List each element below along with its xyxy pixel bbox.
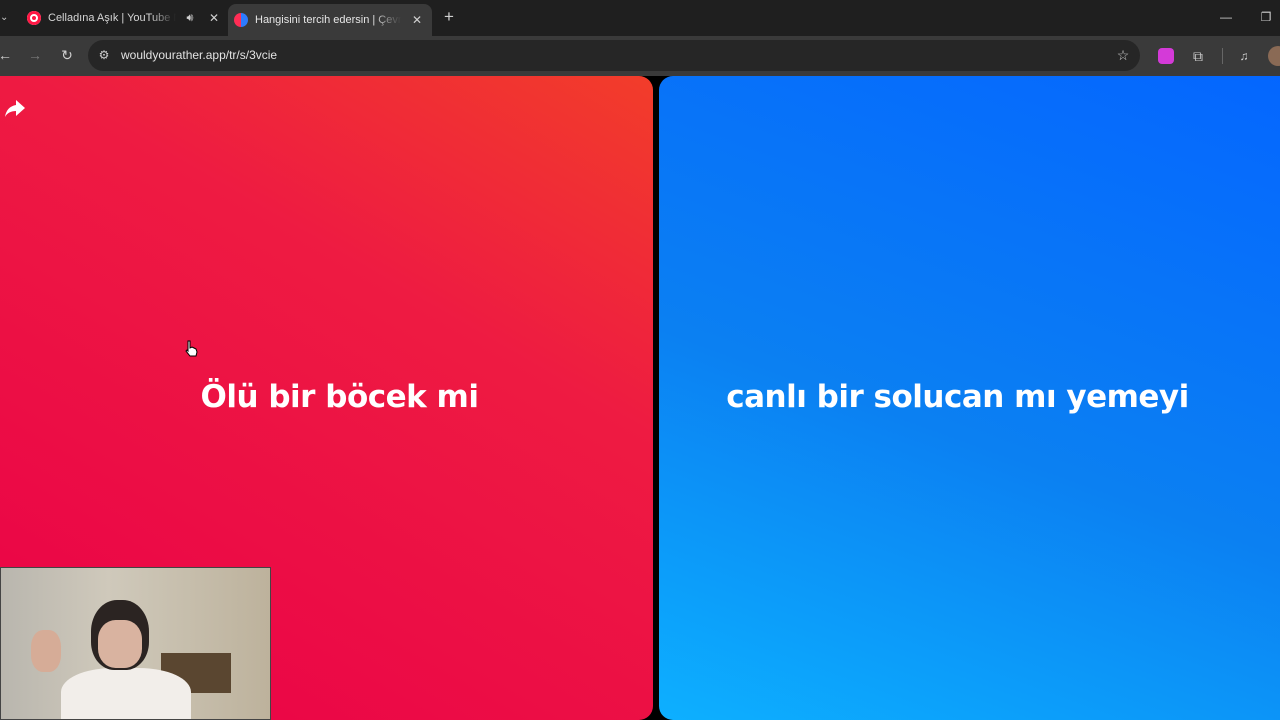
wouldyourather-favicon-icon: [234, 13, 248, 27]
back-arrow-icon[interactable]: ←: [0, 46, 14, 64]
new-tab-icon[interactable]: +: [440, 8, 458, 26]
share-icon[interactable]: [4, 98, 26, 118]
tab-youtube-music[interactable]: Celladına Aşık | YouTube M 🔊︎ ✕: [24, 6, 224, 30]
youtube-music-favicon-icon: [27, 11, 41, 25]
url-text[interactable]: wouldyourather.app/tr/s/3vcie: [121, 48, 277, 62]
close-tab-icon[interactable]: ✕: [409, 13, 425, 27]
tab-search-icon[interactable]: ⌄: [0, 10, 10, 26]
forward-arrow-icon[interactable]: →: [26, 46, 44, 64]
extension-purple-icon[interactable]: [1158, 48, 1174, 64]
tab-title: Celladına Aşık | YouTube M: [48, 12, 176, 24]
restore-window-icon[interactable]: ❐: [1258, 10, 1274, 24]
option-right-panel[interactable]: canlı bir solucan mı yemeyi: [659, 76, 1280, 720]
webcam-overlay: [0, 567, 271, 720]
webcam-person-hand: [31, 630, 61, 672]
toolbar-divider: [1222, 48, 1223, 64]
webcam-person-body: [61, 668, 191, 719]
tab-wouldyourather[interactable]: Hangisini tercih edersin | Çevrim ✕: [228, 4, 432, 36]
tab-strip: ⌄ Celladına Aşık | YouTube M 🔊︎ ✕ Hangis…: [0, 0, 1280, 36]
bookmark-star-icon[interactable]: ☆: [1114, 46, 1132, 64]
webcam-person-face: [98, 620, 142, 668]
option-right-text: canlı bir solucan mı yemeyi: [726, 379, 1189, 415]
tab-title: Hangisini tercih edersin | Çevrim: [255, 14, 401, 26]
hand-cursor-icon: [185, 340, 198, 357]
address-bar[interactable]: ⚙ wouldyourather.app/tr/s/3vcie ☆: [88, 40, 1140, 71]
site-info-icon[interactable]: ⚙: [96, 47, 112, 63]
extensions-puzzle-icon[interactable]: ⧉: [1190, 48, 1206, 64]
reload-icon[interactable]: ↻: [58, 46, 76, 64]
option-left-text: Ölü bir böcek mi: [200, 379, 479, 415]
speaker-icon[interactable]: 🔊︎: [182, 12, 198, 25]
close-tab-icon[interactable]: ✕: [206, 11, 222, 25]
minimize-icon[interactable]: —: [1218, 10, 1234, 24]
media-control-icon[interactable]: ♫: [1236, 48, 1252, 64]
browser-toolbar: ← → ↻ ⚙ wouldyourather.app/tr/s/3vcie ☆ …: [0, 36, 1280, 76]
profile-avatar[interactable]: [1268, 46, 1280, 66]
